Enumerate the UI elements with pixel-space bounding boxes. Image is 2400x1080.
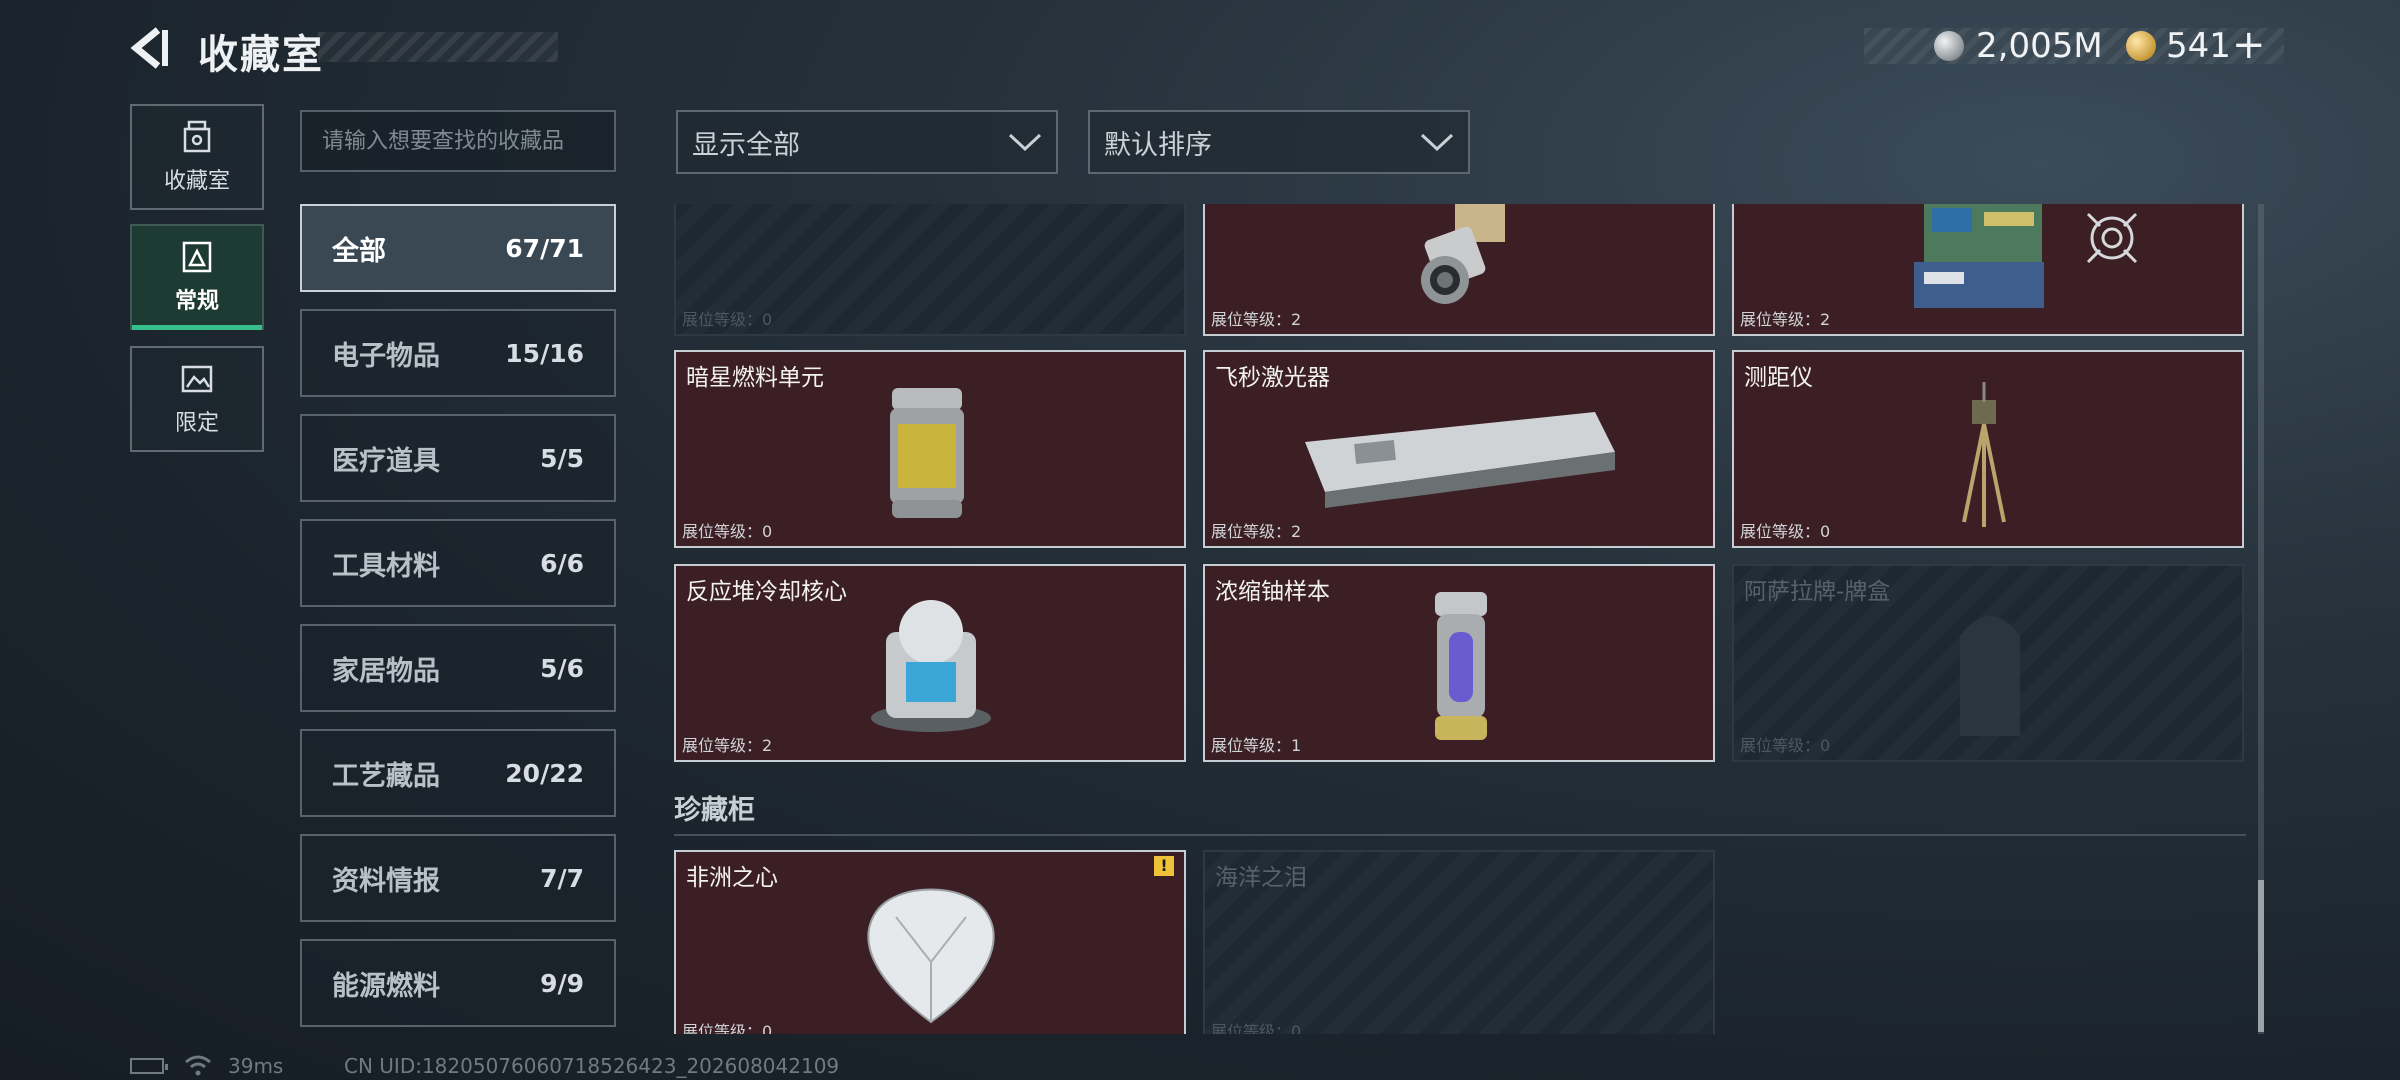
fuel-cell-icon [890,388,964,518]
category-count: 7/7 [540,863,584,893]
item-name: 非洲之心 [686,865,778,891]
target-icon [2086,212,2138,264]
collection-card-locked[interactable]: 阿萨拉牌-牌盒 展位等级：0 [1732,564,2244,762]
nav-item-regular[interactable]: 常规 [130,224,264,330]
add-currency-button[interactable]: + [2232,22,2266,68]
category-name: 全部 [332,235,386,267]
category-name: 家居物品 [332,655,440,687]
battery-icon [130,1058,168,1074]
collection-grid: 展位等级：0 展位等级：2 展位等级：2 暗星燃料单元 展位等级：0 飞秒激光器… [672,204,2252,1034]
category-electronics[interactable]: 电子物品 15/16 [300,309,616,397]
chevron-down-icon [1008,133,1042,152]
collection-card[interactable]: 反应堆冷却核心 展位等级：2 [674,564,1186,762]
booth-level: 展位等级：0 [1740,522,1831,541]
item-name: 浓缩铀样本 [1215,579,1330,605]
dropdown-value: 默认排序 [1104,129,1212,161]
dropdown-value: 显示全部 [692,129,800,161]
category-crafts[interactable]: 工艺藏品 20/22 [300,729,616,817]
image-icon [181,365,213,393]
warning-badge: ! [1154,856,1174,876]
item-name: 海洋之泪 [1215,865,1307,891]
category-count: 67/71 [505,233,584,263]
nav-item-vault[interactable]: 收藏室 [130,104,264,210]
search-field[interactable] [300,110,616,172]
lens-device-icon [1421,204,1505,304]
category-household[interactable]: 家居物品 5/6 [300,624,616,712]
booth-level: 展位等级：0 [682,522,773,541]
display-filter-dropdown[interactable]: 显示全部 [676,110,1058,174]
chevron-down-icon [1420,133,1454,152]
circuit-board-icon [1914,204,2044,308]
title-decoration [318,32,558,62]
booth-level: 展位等级：2 [1740,310,1831,329]
back-arrow-icon[interactable] [128,26,172,70]
category-energy[interactable]: 能源燃料 9/9 [300,939,616,1027]
booth-level: 展位等级：0 [1211,1022,1302,1034]
ping-readout: 39ms [228,1054,284,1078]
collection-card-locked[interactable]: 海洋之泪 展位等级：0 [1203,850,1715,1034]
category-name: 工艺藏品 [332,760,440,792]
item-name: 飞秒激光器 [1215,365,1330,391]
document-icon [182,241,212,273]
item-name: 暗星燃料单元 [686,365,824,391]
uranium-sample-icon [1435,592,1487,740]
scrollbar-thumb[interactable] [2258,880,2264,1032]
nav-label: 收藏室 [163,169,230,194]
collection-card[interactable]: 浓缩铀样本 展位等级：1 [1203,564,1715,762]
collection-card[interactable]: 展位等级：2 [1203,204,1715,336]
category-intel[interactable]: 资料情报 7/7 [300,834,616,922]
sort-dropdown[interactable]: 默认排序 [1088,110,1470,174]
category-name: 工具材料 [332,550,440,582]
item-name: 测距仪 [1744,365,1813,391]
page-title: 收藏室 [198,32,324,78]
collection-card[interactable]: 测距仪 展位等级：0 [1732,350,2244,548]
booth-level: 展位等级：0 [1740,736,1831,755]
category-count: 5/5 [540,443,584,473]
collection-card[interactable]: 非洲之心 ! 展位等级：0 [674,850,1186,1034]
booth-level: 展位等级：0 [682,1022,773,1034]
item-name: 反应堆冷却核心 [686,579,847,605]
category-medical[interactable]: 医疗道具 5/5 [300,414,616,502]
booth-level: 展位等级：1 [1211,736,1302,755]
item-name: 阿萨拉牌-牌盒 [1744,579,1891,605]
nav-item-limited[interactable]: 限定 [130,346,264,452]
category-all[interactable]: 全部 67/71 [300,204,616,292]
category-name: 电子物品 [332,340,440,372]
category-count: 9/9 [540,968,584,998]
laser-device-icon [1305,412,1615,508]
nav-label: 常规 [174,289,219,314]
diamond-icon [867,888,995,1024]
category-count: 5/6 [540,653,584,683]
gold-currency-value: 541 [2166,26,2231,66]
section-title: 珍藏柜 [674,795,755,826]
search-input[interactable] [322,128,594,154]
category-name: 资料情报 [332,865,440,897]
booth-level: 展位等级：2 [682,736,773,755]
collection-card[interactable]: 展位等级：2 [1732,204,2244,336]
booth-level: 展位等级：2 [1211,522,1302,541]
nav-label: 限定 [174,411,219,436]
card-box-silhouette-icon [1960,616,2020,736]
collection-card[interactable]: 飞秒激光器 展位等级：2 [1203,350,1715,548]
category-tools[interactable]: 工具材料 6/6 [300,519,616,607]
category-name: 医疗道具 [332,445,440,477]
silver-coin-icon [1934,31,1964,61]
vault-icon [183,120,211,153]
uid-readout: CN UID:1820507606071852​6423_20260804210… [344,1054,840,1078]
wifi-icon [185,1055,211,1076]
section-divider [674,834,2246,836]
silver-currency-value: 2,005M [1976,26,2103,66]
category-count: 6/6 [540,548,584,578]
booth-level: 展位等级：2 [1211,310,1302,329]
category-count: 20/22 [505,758,584,788]
booth-level: 展位等级：0 [682,310,773,329]
collection-card-locked[interactable]: 展位等级：0 [674,204,1186,336]
gold-coin-icon [2126,31,2156,61]
reactor-core-icon [871,600,991,732]
rangefinder-icon [1962,382,2006,527]
category-count: 15/16 [505,338,584,368]
category-name: 能源燃料 [332,970,440,1002]
collection-card[interactable]: 暗星燃料单元 展位等级：0 [674,350,1186,548]
